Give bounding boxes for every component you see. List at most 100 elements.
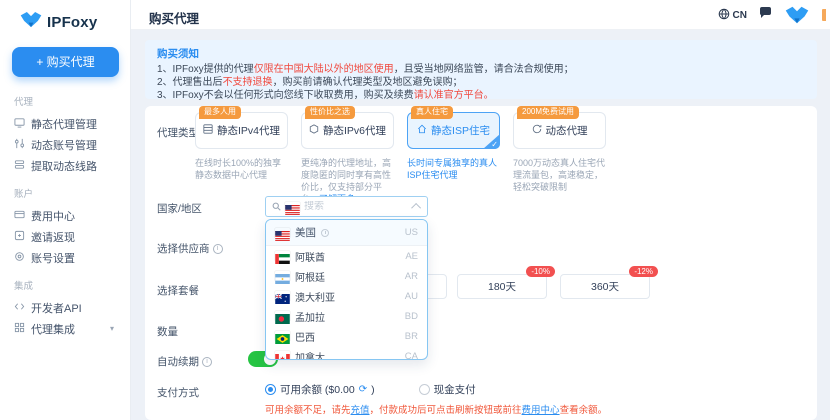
flag-bd-icon	[275, 311, 290, 321]
type-desc-ipv4: 在线时长100%的独享静态数据中心代理	[195, 157, 289, 181]
refresh-icon[interactable]: ⟳	[359, 385, 367, 395]
sliders-icon	[14, 138, 25, 152]
chevron-up-icon[interactable]	[411, 203, 421, 213]
header-actions: CN	[718, 0, 826, 30]
chat-icon[interactable]	[759, 6, 772, 24]
plan-card-180d[interactable]: 180天 -10%	[457, 274, 547, 299]
info-icon[interactable]	[213, 244, 223, 254]
quantity-label: 数量	[157, 324, 178, 339]
supplier-label: 选择供应商	[157, 241, 223, 256]
plan-card-360d[interactable]: 360天 -12%	[560, 274, 650, 299]
sidebar-item-label: 静态代理管理	[31, 116, 97, 132]
payment-option-balance[interactable]: 可用余额 ($0.00 ⟳ )	[265, 382, 375, 397]
sidebar-nav: 代理 静态代理管理 动态账号管理 提取动态线路 账户 费用中心 邀请返现	[0, 84, 130, 339]
code-icon	[14, 301, 25, 315]
country-name: 孟加拉	[295, 309, 325, 324]
payment-option-cash[interactable]: 现金支付	[419, 382, 476, 397]
proxy-type-label: 代理类型	[157, 125, 199, 140]
country-name: 澳大利亚	[295, 289, 335, 304]
country-name: 阿联酋	[295, 249, 325, 264]
fox-logo-icon	[20, 11, 42, 33]
dropdown-item-ae[interactable]: 阿联酋 AE	[266, 246, 427, 266]
type-card-name: 动态代理	[546, 123, 588, 138]
type-card-name: 静态ISP住宅	[431, 123, 490, 138]
discount-badge: -12%	[629, 266, 658, 277]
coupon-icon	[14, 230, 25, 244]
language-switcher[interactable]: CN	[718, 8, 747, 23]
dropdown-item-br[interactable]: 巴西 BR	[266, 326, 427, 346]
flag-us-icon	[285, 202, 300, 212]
type-desc-isp: 长时间专属独享的真人ISP住宅代理	[407, 157, 501, 181]
logo-text: IPFoxy	[47, 14, 97, 31]
user-avatar[interactable]	[784, 4, 810, 26]
wallet-icon	[14, 209, 25, 223]
sidebar-item-label: 动态账号管理	[31, 137, 97, 153]
info-icon[interactable]	[202, 357, 212, 367]
sidebar-item-extract-lines[interactable]: 提取动态线路	[12, 155, 118, 176]
buy-proxy-button[interactable]: + 购买代理	[12, 47, 119, 77]
purchase-notice: 购买须知 1、IPFoxy提供的代理仅限在中国大陆以外的地区使用，且受当地网络监…	[145, 40, 817, 99]
balance-insufficient-note: 可用余额不足，请先充值，付款成功后可点击刷新按钮或前往费用中心查看余额。	[265, 402, 607, 416]
country-code: US	[405, 227, 418, 238]
dropdown-item-ca[interactable]: 加拿大 CA	[266, 346, 427, 360]
billing-center-link[interactable]: 费用中心	[522, 405, 560, 416]
sidebar-item-account-settings[interactable]: 账号设置	[12, 247, 118, 268]
country-name: 巴西	[295, 329, 315, 344]
sidebar-item-invite-cashback[interactable]: 邀请返现	[12, 226, 118, 247]
puzzle-icon	[14, 322, 25, 336]
dropdown-item-au[interactable]: 澳大利亚 AU	[266, 286, 427, 306]
type-card-name: 静态IPv6代理	[323, 123, 386, 138]
country-code: AU	[405, 291, 418, 302]
country-dropdown: 美国 US 阿联酋 AE 阿根廷 AR 澳大利亚 AU 孟加拉	[265, 219, 428, 360]
type-card-dynamic[interactable]: 200M免费试用 动态代理	[513, 112, 606, 149]
country-search-input[interactable]	[304, 201, 410, 212]
globe-icon	[718, 8, 730, 23]
country-code: BR	[405, 331, 418, 342]
sidebar-item-dynamic-account[interactable]: 动态账号管理	[12, 134, 118, 155]
layers-icon	[14, 159, 25, 173]
dropdown-item-us[interactable]: 美国 US	[266, 220, 427, 246]
country-code: AE	[405, 251, 418, 262]
badge-best-value: 性价比之选	[305, 106, 355, 119]
nav-section-proxy: 代理	[14, 94, 116, 108]
dropdown-item-bd[interactable]: 孟加拉 BD	[266, 306, 427, 326]
plan-name: 360天	[591, 279, 619, 294]
grid-icon	[203, 124, 213, 137]
sidebar-item-static-proxy[interactable]: 静态代理管理	[12, 113, 118, 134]
badge-real-residential: 真人住宅	[411, 106, 453, 119]
sidebar-item-billing-center[interactable]: 费用中心	[12, 205, 118, 226]
discount-badge: -10%	[526, 266, 555, 277]
sidebar-item-label: 费用中心	[31, 208, 75, 224]
country-name: 阿根廷	[295, 269, 325, 284]
flag-br-icon	[275, 331, 290, 341]
sidebar-item-label: 提取动态线路	[31, 158, 97, 174]
sidebar-item-proxy-integration[interactable]: 代理集成 ▾	[12, 318, 118, 339]
sidebar-item-developer-api[interactable]: 开发者API	[12, 297, 118, 318]
type-card-static-ipv4[interactable]: 最多人用 静态IPv4代理	[195, 112, 288, 149]
payment-label: 支付方式	[157, 385, 199, 400]
badge-most-popular: 最多人用	[199, 106, 241, 119]
sidebar-item-label: 邀请返现	[31, 229, 75, 245]
radio-cash[interactable]	[419, 384, 430, 395]
chevron-down-icon[interactable]: ▾	[110, 324, 114, 333]
refresh-circle-icon	[532, 124, 542, 137]
type-card-static-ipv6[interactable]: 性价比之选 静态IPv6代理	[301, 112, 394, 149]
recharge-link[interactable]: 充值	[351, 405, 370, 416]
country-code: AR	[405, 271, 418, 282]
dropdown-item-ar[interactable]: 阿根廷 AR	[266, 266, 427, 286]
type-desc-dynamic: 7000万动态真人住宅代理流量包，高速稳定，轻松突破限制	[513, 157, 607, 193]
purchase-form: 代理类型 最多人用 静态IPv4代理 性价比之选 静态IPv6代理 真人住宅 静…	[145, 106, 817, 420]
payment-options: 可用余额 ($0.00 ⟳ ) 现金支付	[265, 382, 476, 397]
flag-ca-icon	[275, 351, 290, 360]
clock-icon	[321, 229, 329, 237]
country-select[interactable]	[265, 196, 428, 217]
logo: IPFoxy	[0, 0, 130, 33]
sidebar-item-label: 代理集成	[31, 321, 75, 337]
radio-balance[interactable]	[265, 384, 276, 395]
hexagon-icon	[309, 124, 319, 137]
flag-us-icon	[275, 228, 290, 238]
country-code: BD	[405, 311, 418, 322]
type-card-static-isp[interactable]: 真人住宅 静态ISP住宅 ✓	[407, 112, 500, 149]
plan-name: 180天	[488, 279, 516, 294]
cash-label: 现金支付	[434, 382, 476, 397]
